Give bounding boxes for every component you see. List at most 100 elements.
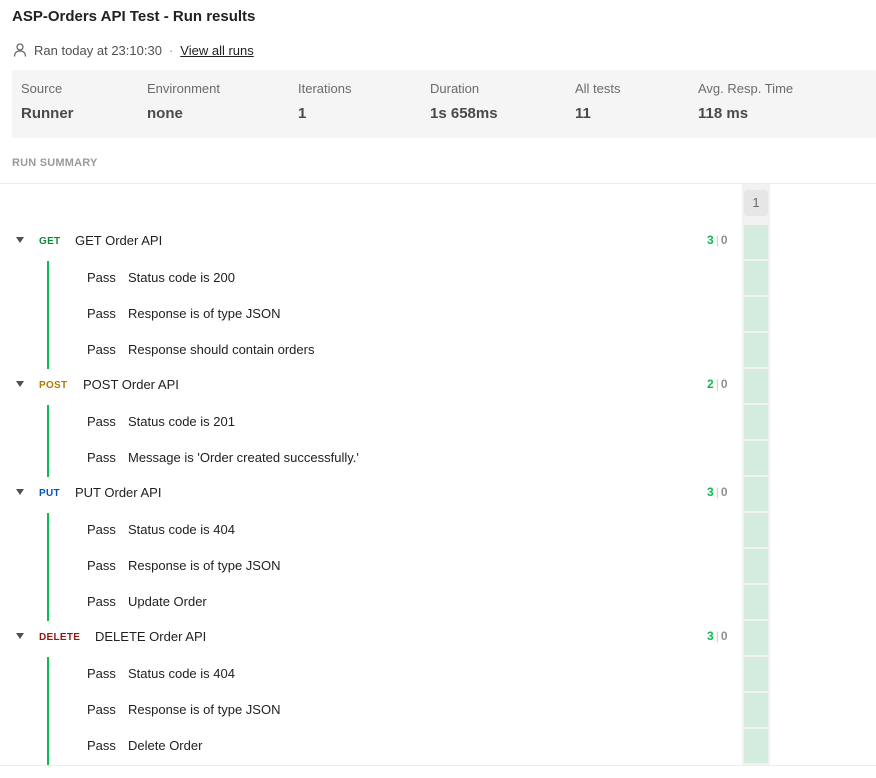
count-separator: | — [715, 629, 719, 643]
stat-label: Iterations — [298, 81, 352, 96]
stat-label: All tests — [575, 81, 621, 96]
caret-down-icon[interactable] — [16, 237, 24, 243]
meta-separator: · — [168, 42, 174, 58]
test-row: Pass Status code is 201 — [0, 404, 876, 440]
divider — [0, 765, 876, 766]
stat-avg-response-time: Avg. Resp. Time 118 ms — [698, 81, 793, 122]
method-badge: DELETE — [39, 632, 81, 643]
count-separator: | — [715, 233, 719, 247]
stat-iterations: Iterations 1 — [298, 81, 351, 122]
result-cell[interactable] — [744, 549, 768, 583]
request-row-post[interactable]: POST POST Order API 2 | 0 — [0, 368, 876, 404]
caret-down-icon[interactable] — [16, 381, 24, 387]
stat-value: none — [147, 105, 183, 122]
request-row-delete[interactable]: DELETE DELETE Order API 3 | 0 — [0, 620, 876, 656]
result-cell[interactable] — [744, 261, 768, 295]
result-cell[interactable] — [744, 441, 768, 475]
test-name: Status code is 404 — [128, 522, 235, 537]
stat-label: Environment — [147, 81, 220, 96]
result-cell[interactable] — [744, 225, 768, 259]
failed-count: 0 — [720, 233, 728, 247]
stat-value: 1 — [298, 105, 307, 122]
test-status: Pass — [87, 414, 116, 429]
failed-count: 0 — [720, 485, 728, 499]
test-counts: 3 | 0 — [707, 233, 728, 247]
page-title: ASP-Orders API Test - Run results — [12, 8, 256, 25]
test-row: Pass Delete Order — [0, 728, 876, 764]
test-counts: 3 | 0 — [707, 485, 728, 499]
passed-count: 3 — [707, 629, 714, 643]
run-meta: Ran today at 23:10:30 · View all runs — [12, 42, 254, 58]
stat-all-tests: All tests 11 — [575, 81, 621, 122]
test-row: Pass Response is of type JSON — [0, 548, 876, 584]
failed-count: 0 — [720, 629, 728, 643]
test-status: Pass — [87, 342, 116, 357]
count-separator: | — [715, 377, 719, 391]
stat-environment: Environment none — [147, 81, 220, 122]
test-name: Delete Order — [128, 738, 203, 753]
test-status: Pass — [87, 450, 116, 465]
test-name: Response is of type JSON — [128, 702, 281, 717]
result-cell[interactable] — [744, 621, 768, 655]
view-all-runs-link[interactable]: View all runs — [180, 43, 253, 58]
result-cell[interactable] — [744, 369, 768, 403]
count-separator: | — [715, 485, 719, 499]
test-row: Pass Status code is 404 — [0, 656, 876, 692]
iteration-header[interactable]: 1 — [744, 190, 768, 216]
test-status: Pass — [87, 738, 116, 753]
result-cell[interactable] — [744, 477, 768, 511]
run-summary-label: RUN SUMMARY — [12, 157, 98, 169]
passed-count: 3 — [707, 233, 714, 247]
test-name: Update Order — [128, 594, 207, 609]
request-name: PUT Order API — [75, 485, 162, 500]
test-name: Response should contain orders — [128, 342, 315, 357]
request-name: GET Order API — [75, 233, 163, 248]
test-name: Status code is 200 — [128, 270, 235, 285]
test-row: Pass Message is 'Order created successfu… — [0, 440, 876, 476]
test-status: Pass — [87, 594, 116, 609]
stat-label: Avg. Resp. Time — [698, 81, 794, 96]
failed-count: 0 — [720, 377, 728, 391]
test-name: Status code is 201 — [128, 414, 235, 429]
stat-value: 118 ms — [698, 105, 749, 122]
result-cell[interactable] — [744, 585, 768, 619]
test-status: Pass — [87, 270, 116, 285]
test-name: Message is 'Order created successfully.' — [128, 450, 359, 465]
request-row-get[interactable]: GET GET Order API 3 | 0 — [0, 224, 876, 260]
test-status: Pass — [87, 666, 116, 681]
test-row: Pass Response is of type JSON — [0, 692, 876, 728]
stat-value: Runner — [21, 105, 74, 122]
test-name: Status code is 404 — [128, 666, 235, 681]
passed-count: 2 — [707, 377, 714, 391]
passed-count: 3 — [707, 485, 714, 499]
stat-label: Source — [21, 81, 63, 96]
method-badge: PUT — [39, 488, 60, 499]
caret-down-icon[interactable] — [16, 489, 24, 495]
stat-value: 1s 658ms — [430, 105, 498, 122]
stat-label: Duration — [430, 81, 480, 96]
result-cell[interactable] — [744, 693, 768, 727]
test-status: Pass — [87, 702, 116, 717]
request-row-put[interactable]: PUT PUT Order API 3 | 0 — [0, 476, 876, 512]
method-badge: POST — [39, 380, 68, 391]
result-cell[interactable] — [744, 657, 768, 691]
test-row: Pass Status code is 404 — [0, 512, 876, 548]
result-cell[interactable] — [744, 405, 768, 439]
test-counts: 2 | 0 — [707, 377, 728, 391]
result-cell[interactable] — [744, 513, 768, 547]
result-cell[interactable] — [744, 729, 768, 763]
user-icon — [13, 43, 27, 57]
result-cell[interactable] — [744, 297, 768, 331]
result-cell[interactable] — [744, 333, 768, 367]
stat-duration: Duration 1s 658ms — [430, 81, 498, 122]
stat-value: 11 — [575, 105, 591, 122]
caret-down-icon[interactable] — [16, 633, 24, 639]
request-name: DELETE Order API — [95, 629, 207, 644]
test-row: Pass Response should contain orders — [0, 332, 876, 368]
test-name: Response is of type JSON — [128, 306, 281, 321]
test-status: Pass — [87, 558, 116, 573]
test-status: Pass — [87, 522, 116, 537]
ran-time-text: Ran today at 23:10:30 — [34, 42, 162, 58]
request-name: POST Order API — [83, 377, 179, 392]
stat-source: Source Runner — [21, 81, 74, 122]
